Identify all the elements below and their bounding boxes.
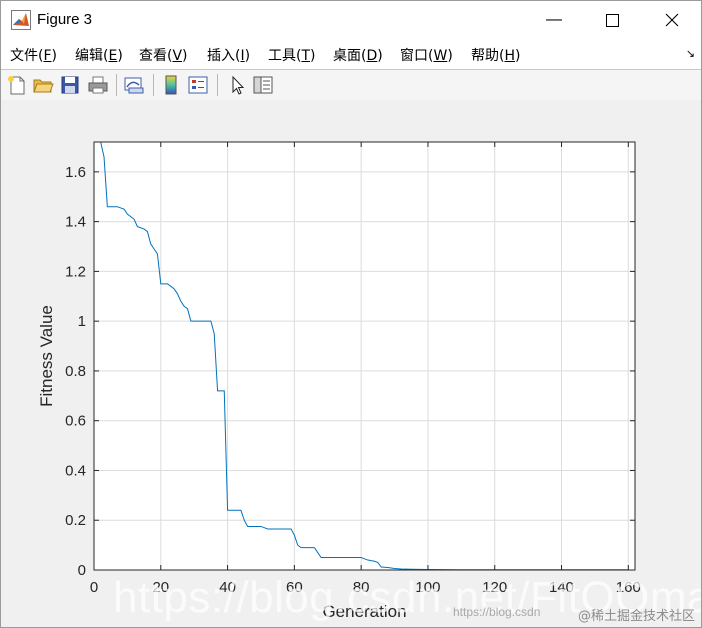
watermark-site: @稀土掘金技术社区 bbox=[577, 609, 695, 624]
maximize-icon bbox=[605, 13, 619, 27]
y-tick-label: 0.2 bbox=[65, 512, 86, 529]
x-tick-label: 0 bbox=[90, 579, 98, 596]
y-tick-label: 0 bbox=[78, 562, 86, 579]
axes-background[interactable] bbox=[94, 142, 635, 570]
title-bar[interactable]: Figure 3 — bbox=[1, 1, 701, 39]
figure-canvas: 0 20 40 60 80 100 120 140 160 0 0.2 0.4 0.6 0.8 1 1.2 1.… bbox=[1, 100, 701, 627]
menu-tools[interactable]: 工具(T) bbox=[268, 45, 316, 65]
x-tick-label: 20 bbox=[152, 579, 169, 596]
dock-arrow-icon[interactable]: ↘ bbox=[686, 47, 695, 60]
toolbar-separator bbox=[217, 74, 218, 96]
x-tick-label: 40 bbox=[219, 579, 236, 596]
menu-file[interactable]: 文件(F) bbox=[10, 45, 57, 65]
pointer-icon[interactable] bbox=[226, 74, 248, 96]
window-title: Figure 3 bbox=[37, 11, 93, 28]
y-tick-label: 1.6 bbox=[65, 164, 86, 181]
menu-edit[interactable]: 编辑(E) bbox=[75, 45, 123, 65]
menu-window[interactable]: 窗口(W) bbox=[400, 45, 453, 65]
figure-toolbar bbox=[1, 69, 701, 101]
y-tick-label: 0.4 bbox=[65, 462, 86, 479]
x-tick-label: 80 bbox=[353, 579, 370, 596]
minimize-icon: — bbox=[546, 11, 562, 28]
menu-insert[interactable]: 插入(I) bbox=[207, 45, 250, 65]
y-tick-label: 0.8 bbox=[65, 363, 86, 380]
matlab-logo-icon bbox=[11, 10, 31, 30]
print-icon[interactable] bbox=[87, 74, 109, 96]
property-inspector-icon[interactable] bbox=[252, 74, 274, 96]
y-tick-label: 1.4 bbox=[65, 214, 86, 231]
new-figure-icon[interactable] bbox=[6, 74, 28, 96]
x-tick-label: 160 bbox=[616, 579, 641, 596]
save-icon[interactable] bbox=[59, 74, 81, 96]
x-tick-label: 60 bbox=[286, 579, 303, 596]
x-tick-label: 140 bbox=[549, 579, 574, 596]
y-tick-label: 0.6 bbox=[65, 413, 86, 430]
watermark-secondary: https://blog.csdn bbox=[453, 605, 541, 619]
minimize-button[interactable]: — bbox=[525, 1, 583, 39]
plot-svg: 0 20 40 60 80 100 120 140 160 0 0.2 0.4 0.6 0.8 1 1.2 1.… bbox=[37, 141, 641, 621]
toolbar-separator bbox=[116, 74, 117, 96]
menu-bar: 文件(F) 编辑(E) 查看(V) 插入(I) 工具(T) 桌面(D) 窗口(W… bbox=[1, 39, 701, 69]
figure-window: Figure 3 — 文件(F) 编辑(E) 查看(V) 插入(I) 工具(T)… bbox=[0, 0, 702, 628]
link-plot-icon[interactable] bbox=[123, 74, 145, 96]
y-tick-label: 1 bbox=[78, 313, 86, 330]
y-tick-label: 1.2 bbox=[65, 263, 86, 280]
menu-desktop[interactable]: 桌面(D) bbox=[333, 45, 383, 65]
close-icon bbox=[665, 13, 679, 27]
menu-help[interactable]: 帮助(H) bbox=[471, 45, 520, 65]
toolbar-separator bbox=[153, 74, 154, 96]
x-tick-label: 120 bbox=[482, 579, 507, 596]
y-axis-label: Fitness Value bbox=[37, 305, 56, 407]
x-tick-label: 100 bbox=[415, 579, 440, 596]
maximize-button[interactable] bbox=[583, 1, 641, 39]
close-button[interactable] bbox=[643, 1, 701, 39]
legend-icon[interactable] bbox=[187, 74, 209, 96]
open-file-icon[interactable] bbox=[32, 74, 54, 96]
menu-view[interactable]: 查看(V) bbox=[139, 45, 188, 65]
x-axis-label: Generation bbox=[322, 602, 406, 621]
colorbar-icon[interactable] bbox=[160, 74, 182, 96]
